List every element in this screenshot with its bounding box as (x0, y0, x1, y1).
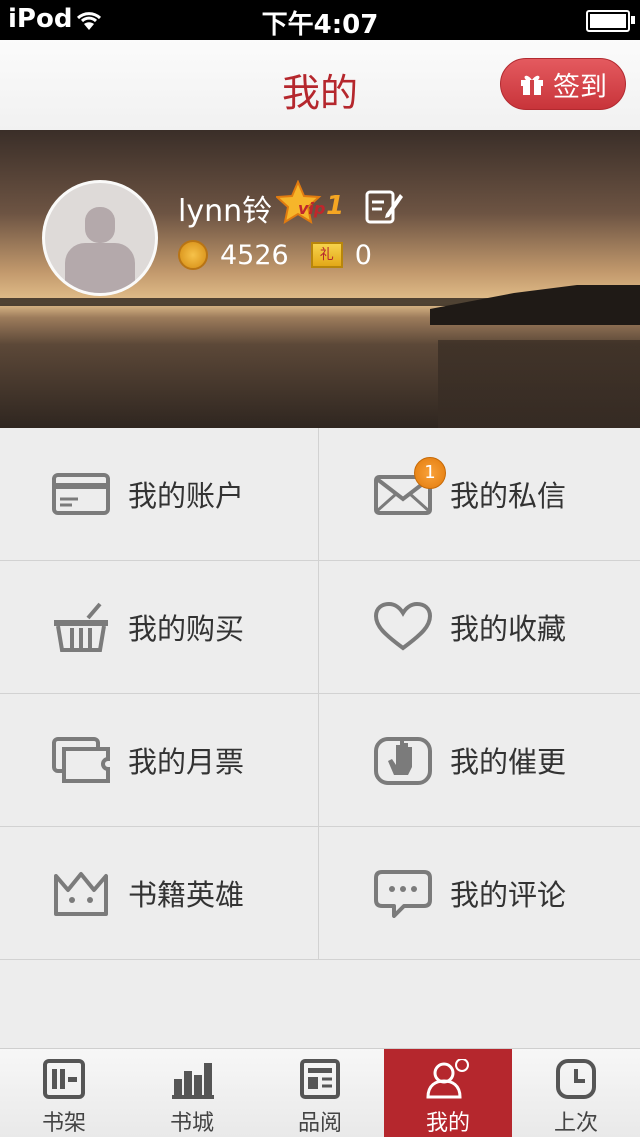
menu-label: 我的账户 (128, 479, 245, 513)
username: lynn铃 (178, 194, 273, 229)
avatar-body (65, 243, 135, 293)
vip-level: 1 (326, 191, 344, 221)
gift-icon (521, 75, 543, 95)
battery-tip (631, 16, 635, 24)
tab-reading[interactable]: 品阅 (256, 1049, 384, 1137)
tab-bookshelf[interactable]: 书架 (0, 1049, 128, 1137)
newspaper-icon (300, 1059, 340, 1099)
menu-label: 我的评论 (450, 878, 567, 912)
edit-profile-icon[interactable] (364, 186, 404, 226)
profile-header: lynn铃 vip 1 4526 礼 0 (0, 130, 640, 428)
tab-label: 品阅 (297, 1111, 342, 1136)
menu-label: 我的催更 (450, 745, 567, 779)
menu-label: 我的私信 (450, 479, 567, 513)
vip-label: vip (298, 199, 325, 218)
unread-badge: 1 (414, 457, 446, 489)
pier-silhouette (430, 285, 640, 325)
avatar[interactable] (42, 180, 158, 296)
nav-bar: 我的 签到 (0, 40, 640, 131)
avatar-head (85, 207, 115, 243)
menu-item-comments[interactable]: 我的评论 (319, 827, 640, 960)
tab-label: 我的 (425, 1111, 470, 1136)
tab-bookstore[interactable]: 书城 (128, 1049, 256, 1137)
crown-icon (54, 872, 108, 916)
menu-grid: 我的账户 1 我的私信 我的购买 我的收藏 我的月票 我的催更 书籍英雄 我的评… (0, 428, 640, 963)
wallet-card-icon (52, 473, 110, 515)
chat-bubble-icon (374, 870, 432, 918)
clock-time: 下午4:07 (261, 10, 379, 40)
tab-label: 上次 (553, 1111, 598, 1136)
user-icon (426, 1059, 469, 1099)
vip-badge-icon: vip 1 (276, 180, 344, 225)
menu-item-monthly-tickets[interactable]: 我的月票 (0, 694, 319, 827)
tab-bar: 书架 书城 品阅 我的 上次 (0, 1048, 640, 1137)
battery-icon (586, 10, 630, 32)
tab-label: 书架 (41, 1111, 86, 1136)
tab-last-read[interactable]: 上次 (512, 1049, 640, 1137)
status-bar: iPod 下午4:07 (0, 0, 640, 40)
basket-icon (54, 602, 108, 652)
clock-icon (556, 1059, 596, 1099)
envelope-icon-wrap: 1 (374, 457, 446, 519)
menu-item-purchases[interactable]: 我的购买 (0, 561, 319, 694)
menu-item-messages[interactable]: 1 我的私信 (319, 428, 640, 561)
bookshelf-icon (43, 1059, 85, 1099)
menu-item-favorites[interactable]: 我的收藏 (319, 561, 640, 694)
coin-icon (178, 240, 208, 270)
menu-item-account[interactable]: 我的账户 (0, 428, 319, 561)
gift-ticket-icon: 礼 (310, 242, 343, 268)
coin-balance: 4526 (220, 239, 289, 271)
menu-label: 我的月票 (128, 745, 245, 779)
menu-item-book-heroes[interactable]: 书籍英雄 (0, 827, 319, 960)
tickets-icon (52, 737, 110, 783)
tab-label: 书城 (169, 1111, 214, 1136)
menu-item-update-requests[interactable]: 我的催更 (319, 694, 640, 827)
pier-reflection (438, 340, 640, 428)
menu-label: 书籍英雄 (128, 878, 245, 912)
heart-icon (374, 602, 432, 651)
menu-label: 我的收藏 (450, 612, 567, 646)
checkin-button[interactable]: 签到 (500, 58, 626, 110)
menu-label: 我的购买 (128, 612, 245, 646)
wallet-summary: 4526 礼 0 (178, 238, 372, 272)
gift-count: 0 (354, 239, 372, 271)
tab-mine[interactable]: 我的 (384, 1049, 512, 1137)
hand-icon (374, 737, 432, 785)
bar-chart-icon (172, 1063, 214, 1099)
checkin-label: 签到 (553, 71, 607, 103)
